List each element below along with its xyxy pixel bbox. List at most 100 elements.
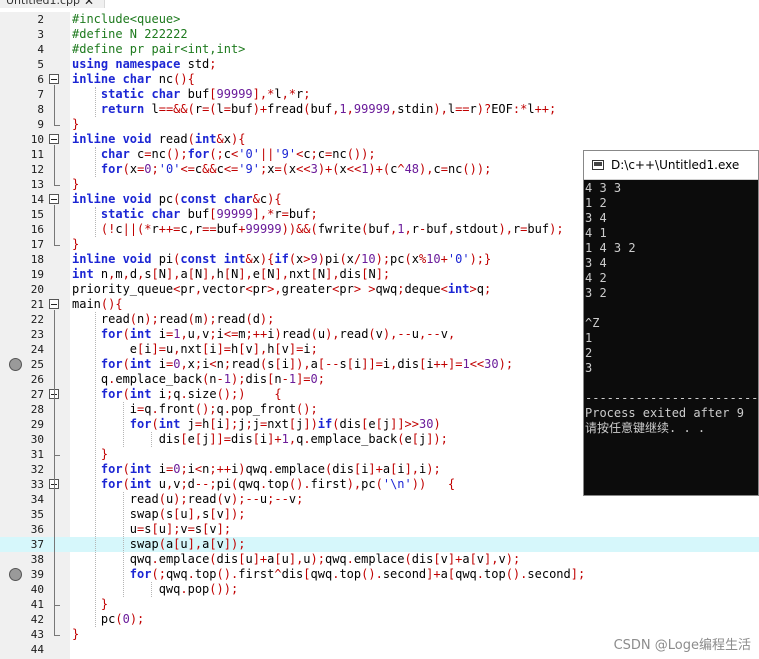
code-token: ( [187, 312, 195, 326]
code-token: pr [180, 282, 195, 296]
code-token: ]= [151, 342, 166, 356]
line-number: 3 [37, 28, 44, 41]
line-number: 39 [30, 568, 44, 581]
code-token: ( [122, 357, 130, 371]
code-token: [ [303, 567, 311, 581]
code-token: dis [245, 372, 268, 386]
tab-untitled1[interactable]: Untitled1.cpp ✕ [0, 0, 105, 8]
fold-toggle-icon[interactable] [49, 74, 59, 84]
code-line[interactable]: 35 swap(s[u],s[v]); [0, 507, 759, 522]
code-token: [ [274, 342, 282, 356]
code-line[interactable]: 40 qwq.pop()); [0, 582, 759, 597]
code-token: v [216, 537, 224, 551]
code-token: } [100, 597, 109, 611]
code-token: d [129, 267, 138, 281]
code-token: );-- [231, 492, 260, 506]
code-token: u [281, 552, 289, 566]
code-line[interactable]: 9} [0, 117, 759, 132]
breakpoint-icon[interactable] [9, 568, 22, 581]
code-token: pi [216, 477, 232, 491]
code-text: pc(0); [72, 612, 144, 627]
code-token: 99999 [245, 222, 282, 236]
code-token: ]]>> [390, 417, 420, 431]
code-token: '0' [238, 147, 260, 161]
code-line[interactable]: 42 pc(0); [0, 612, 759, 627]
code-token: q [216, 402, 224, 416]
code-line[interactable]: 38 qwq.emplace(dis[u]+a[u],u);qwq.emplac… [0, 552, 759, 567]
code-token: || [259, 147, 275, 161]
line-number: 31 [30, 448, 44, 461]
code-line[interactable]: 6 inline char nc(){ [0, 72, 759, 87]
code-token: )) { [411, 477, 456, 491]
code-token: i [216, 327, 224, 341]
code-line[interactable]: 10 inline void read(int&x){ [0, 132, 759, 147]
console-window[interactable]: D:\c++\Untitled1.exe 4 3 31 23 44 11 4 3… [583, 150, 759, 496]
code-token: char [100, 147, 130, 161]
code-token: qwq [165, 567, 188, 581]
code-token: =( [202, 102, 217, 116]
code-line[interactable]: 36 u=s[u];v=s[v]; [0, 522, 759, 537]
line-number: 2 [37, 13, 44, 26]
code-token: ; [209, 57, 217, 71]
code-token: s [339, 357, 347, 371]
code-token: [ [433, 552, 441, 566]
code-token: u [187, 327, 195, 341]
code-token: q [476, 282, 484, 296]
line-number: 24 [30, 343, 44, 356]
code-token: [ [151, 267, 159, 281]
fold-toggle-icon[interactable] [49, 299, 59, 309]
code-line[interactable]: 2 #include<queue> [0, 12, 759, 27]
code-token: v [476, 552, 485, 566]
indent-guide [151, 432, 153, 447]
fold-guide [54, 400, 55, 455]
code-token: ],* [252, 207, 275, 221]
code-token: 48 [404, 162, 420, 176]
code-token: nc [151, 72, 174, 86]
code-token: buf [426, 222, 448, 236]
code-token: . [346, 552, 354, 566]
console-titlebar[interactable]: D:\c++\Untitled1.exe [584, 151, 758, 180]
code-line[interactable]: 4 #define pr pair<int,int> [0, 42, 759, 57]
breakpoint-icon[interactable] [9, 358, 22, 371]
code-token: ,-- [419, 327, 441, 341]
code-token: ], [325, 267, 340, 281]
code-token: qwq [455, 567, 477, 581]
fold-end-marker [54, 455, 60, 456]
code-token: ()); [209, 582, 239, 596]
code-token: emplace_back [115, 372, 203, 386]
fold-guide [54, 205, 55, 245]
code-line[interactable]: 39 for(;qwq.top().first^dis[qwq.top().se… [0, 567, 759, 582]
fold-end-marker [54, 635, 60, 636]
code-token: first [310, 477, 347, 491]
code-token: int [194, 132, 217, 146]
close-icon[interactable]: ✕ [84, 0, 94, 8]
code-text: for(int i;q.size();) { [72, 387, 282, 402]
code-token: pc [151, 192, 174, 206]
code-token: ); [259, 312, 275, 326]
code-line[interactable]: 5 using namespace std; [0, 57, 759, 72]
code-token: stdout [455, 222, 499, 236]
code-line[interactable]: 3 #define N 222222 [0, 27, 759, 42]
code-token: for [129, 417, 152, 431]
code-line[interactable]: 37 swap(a[u],a[v]); [0, 537, 759, 552]
line-number: 4 [37, 43, 44, 56]
code-token: <= [223, 327, 239, 341]
code-token: 1 [462, 357, 470, 371]
code-line[interactable]: 8 return l==&&(r=(l=buf)+fread(buf,1,999… [0, 102, 759, 117]
fold-toggle-icon[interactable] [49, 134, 59, 144]
code-token: ]+ [368, 462, 383, 476]
code-token: const char [180, 192, 253, 206]
code-token: m [115, 267, 123, 281]
code-token: ( [310, 327, 318, 341]
console-line: 4 3 3 [585, 181, 622, 195]
code-text: } [72, 117, 79, 132]
code-line[interactable]: 7 static char buf[99999],*l,*r; [0, 87, 759, 102]
code-token: i [397, 462, 405, 476]
code-token: ]= [296, 372, 311, 386]
code-line[interactable]: 41 } [0, 597, 759, 612]
line-number: 10 [30, 133, 44, 146]
fold-toggle-icon[interactable] [49, 194, 59, 204]
code-token: ], [202, 267, 217, 281]
line-number: 18 [30, 253, 44, 266]
code-token: ], [274, 267, 289, 281]
